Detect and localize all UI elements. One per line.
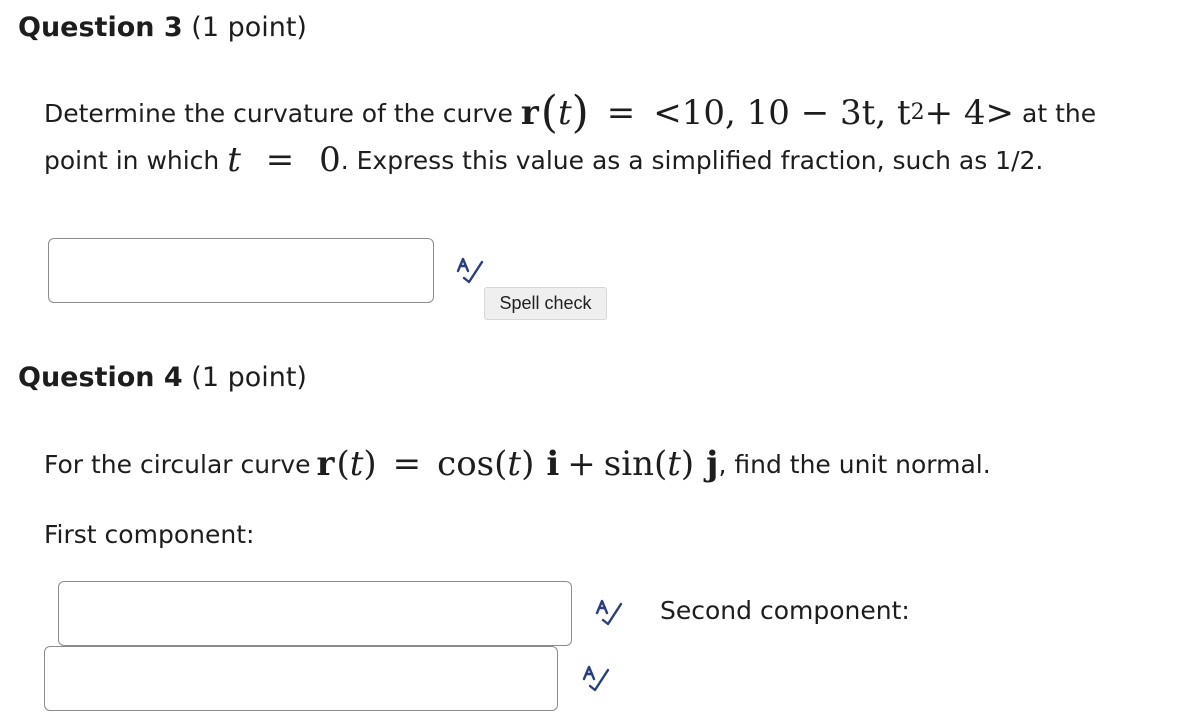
question-4-points: (1 point) xyxy=(191,362,307,393)
math-t: t xyxy=(667,444,681,484)
math-vector: <10, 10 − 3t, t xyxy=(653,93,911,133)
second-component-label: Second component: xyxy=(660,596,910,625)
math-t: t xyxy=(507,444,522,484)
math-t: t xyxy=(349,444,364,484)
spell-check-icon[interactable] xyxy=(454,256,486,284)
math-paren-close: ) xyxy=(571,87,589,138)
math-sin-close: ) xyxy=(680,444,695,484)
question-3-line2-before: point in which xyxy=(44,145,220,175)
question-3-text-after: at the xyxy=(1022,98,1097,128)
question-3-title: Question 3 (1 point) xyxy=(18,14,307,41)
first-component-input[interactable] xyxy=(59,582,571,645)
spell-check-icon[interactable] xyxy=(593,598,625,626)
math-equals: = xyxy=(392,444,422,484)
question-4-title: Question 4 (1 point) xyxy=(18,364,307,391)
first-component-label: First component: xyxy=(44,520,255,549)
second-component-box xyxy=(44,646,558,711)
question-4-math-expression: r ( t ) = cos( t ) i + sin( t ) j xyxy=(317,447,719,481)
math-r: r xyxy=(316,444,335,484)
question-3-prompt-line-2: point in which t = 0 . Express this valu… xyxy=(44,140,1043,180)
math-paren-open: ( xyxy=(336,444,350,484)
math-paren-open: ( xyxy=(540,87,558,138)
question-3-points: (1 point) xyxy=(191,12,307,43)
math-cos: cos( xyxy=(437,444,508,484)
math-vector-end: + 4> xyxy=(924,93,1015,133)
math-t: t xyxy=(227,140,241,180)
question-4-prompt: For the circular curve r ( t ) = cos( t … xyxy=(44,440,991,488)
question-3-text-before: Determine the curvature of the curve xyxy=(44,98,513,128)
question-3-prompt-line-1: Determine the curvature of the curve r (… xyxy=(44,88,1096,138)
question-3-math-expression: r ( t ) = <10, 10 − 3t, t2 + 4> xyxy=(520,87,1015,138)
question-3-answer-box xyxy=(48,238,434,303)
math-sin: sin( xyxy=(603,444,668,484)
math-t: t xyxy=(557,93,572,133)
question-4-text-after: , find the unit normal. xyxy=(718,449,991,479)
question-4-label: Question 4 xyxy=(18,362,183,393)
math-equals: = xyxy=(606,93,636,133)
math-plus: + xyxy=(567,444,596,484)
math-cos-close: ) xyxy=(521,444,535,484)
math-r: r xyxy=(520,93,539,133)
question-3-line2-after: . Express this value as a simplified fra… xyxy=(340,145,1044,175)
math-equals: = xyxy=(265,140,295,180)
question-3-line2-math: t = 0 xyxy=(227,143,340,177)
math-unit-j: j xyxy=(706,444,719,484)
question-3-answer-input[interactable] xyxy=(49,239,433,302)
second-component-input[interactable] xyxy=(45,647,557,710)
first-component-box xyxy=(58,581,572,646)
math-unit-i: i xyxy=(546,444,560,484)
math-zero: 0 xyxy=(319,140,341,180)
spell-check-tooltip: Spell check xyxy=(484,287,607,320)
question-3-label: Question 3 xyxy=(18,12,183,43)
math-paren-close: ) xyxy=(363,444,377,484)
spell-check-icon[interactable] xyxy=(580,664,612,692)
question-4-text-before: For the circular curve xyxy=(44,449,311,479)
